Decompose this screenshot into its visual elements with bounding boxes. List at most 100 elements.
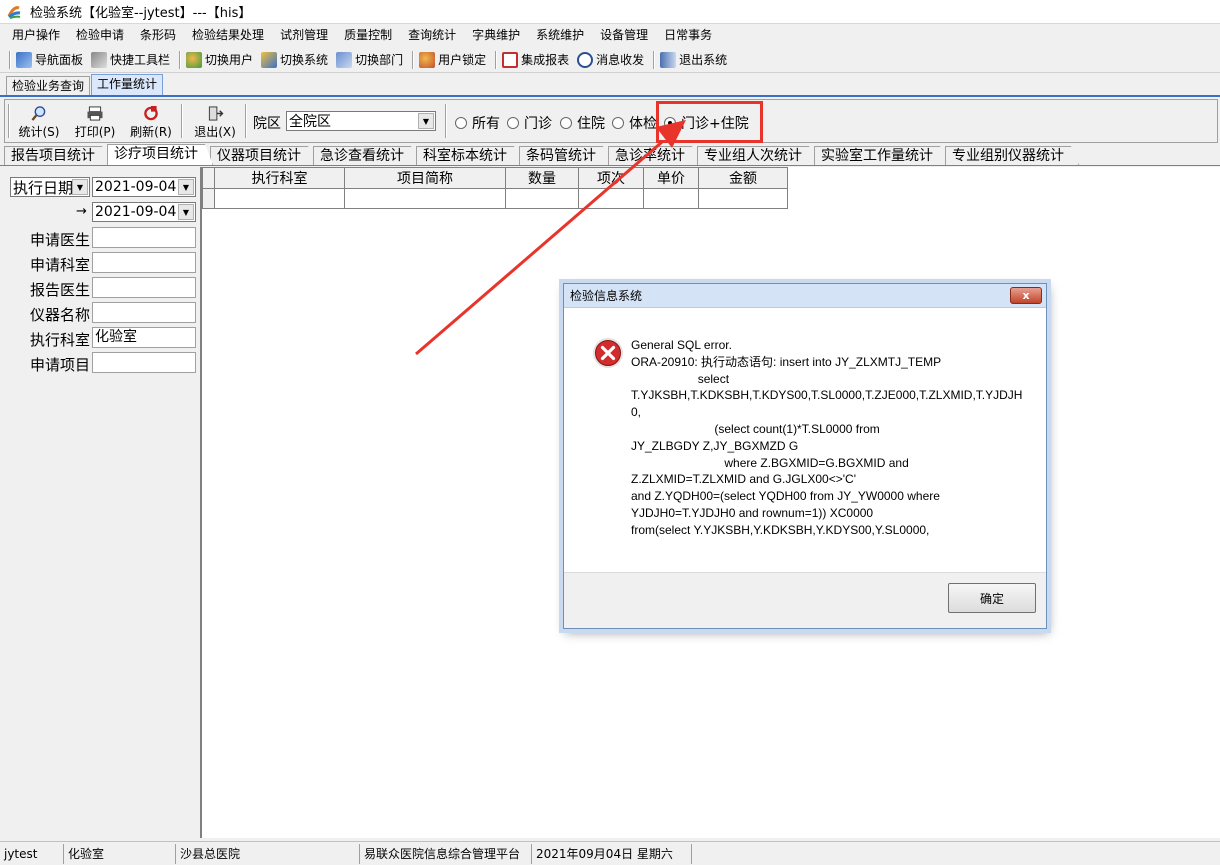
close-icon: x bbox=[1022, 289, 1030, 302]
tab-workload-stats[interactable]: 工作量统计 bbox=[91, 74, 164, 95]
tab-dept-specimen-stats[interactable]: 科室标本统计 bbox=[416, 146, 522, 165]
status-dept: 化验室 bbox=[64, 843, 176, 864]
row-indicator-header bbox=[202, 167, 215, 189]
exit-door-icon bbox=[660, 51, 677, 68]
instrument-name-input[interactable] bbox=[92, 302, 196, 323]
switch-system-icon bbox=[261, 51, 278, 68]
nav-panel-icon bbox=[16, 51, 32, 68]
table-cell[interactable] bbox=[578, 188, 644, 209]
table-cell[interactable] bbox=[643, 188, 699, 209]
dialog-titlebar: 检验信息系统 bbox=[564, 284, 1046, 308]
date-type-select[interactable]: 执行日期 ▼ bbox=[10, 177, 90, 197]
menu-equipment[interactable]: 设备管理 bbox=[592, 25, 656, 45]
tab-report-item-stats[interactable]: 报告项目统计 bbox=[4, 146, 110, 165]
switch-user-button[interactable]: 切换用户 bbox=[184, 49, 259, 71]
dropdown-arrow-icon[interactable]: ▼ bbox=[178, 179, 194, 195]
menu-result-processing[interactable]: 检验结果处理 bbox=[184, 25, 272, 45]
window-titlebar: 检验系统【化验室--jytest】---【his】 bbox=[0, 0, 1220, 24]
menu-user-ops[interactable]: 用户操作 bbox=[4, 25, 68, 45]
radio-inpatient[interactable]: 住院 bbox=[560, 113, 605, 133]
col-header-exec-dept[interactable]: 执行科室 bbox=[214, 167, 345, 189]
table-cell[interactable] bbox=[214, 188, 345, 209]
table-row[interactable] bbox=[202, 188, 788, 209]
menu-quality-control[interactable]: 质量控制 bbox=[336, 25, 400, 45]
tab-group-instrument-stats[interactable]: 专业组别仪器统计 bbox=[945, 146, 1079, 165]
table-cell[interactable] bbox=[505, 188, 579, 209]
integrated-report-button[interactable]: 集成报表 bbox=[500, 49, 575, 71]
user-lock-button[interactable]: 用户锁定 bbox=[417, 49, 492, 71]
dialog-footer: 确定 bbox=[564, 572, 1046, 628]
request-item-input[interactable] bbox=[92, 352, 196, 373]
switch-user-label: 切换用户 bbox=[205, 53, 254, 67]
integrated-report-label: 集成报表 bbox=[521, 53, 570, 67]
panel-separator bbox=[181, 104, 183, 138]
tab-emergency-rate-stats[interactable]: 急诊率统计 bbox=[608, 146, 700, 165]
col-header-item-abbr[interactable]: 项目简称 bbox=[344, 167, 506, 189]
menu-exam-request[interactable]: 检验申请 bbox=[68, 25, 132, 45]
table-cell[interactable] bbox=[698, 188, 788, 209]
nav-panel-button[interactable]: 导航面板 bbox=[14, 49, 89, 71]
results-grid: 执行科室 项目简称 数量 项次 单价 金额 bbox=[202, 167, 788, 209]
action-panel: 统计(S) 打印(P) 刷新(R) 退出(X) 院区 全院区 ▼ 所有 门诊 住… bbox=[4, 99, 1218, 143]
exit-button[interactable]: 退出(X) bbox=[191, 106, 239, 140]
toolbar-separator bbox=[179, 50, 182, 69]
exit-system-button[interactable]: 退出系统 bbox=[658, 49, 733, 71]
radio-outpatient-label: 门诊 bbox=[524, 116, 552, 132]
radio-inpatient-label: 住院 bbox=[577, 116, 605, 132]
switch-system-label: 切换系统 bbox=[280, 53, 329, 67]
col-header-unit-price[interactable]: 单价 bbox=[643, 167, 699, 189]
col-header-item-count[interactable]: 项次 bbox=[578, 167, 644, 189]
tab-group-visits-stats[interactable]: 专业组人次统计 bbox=[697, 146, 817, 165]
menu-dictionary[interactable]: 字典维护 bbox=[464, 25, 528, 45]
radio-physical-exam-label: 体检 bbox=[629, 116, 657, 132]
request-dept-input[interactable] bbox=[92, 252, 196, 273]
report-doctor-input[interactable] bbox=[92, 277, 196, 298]
switch-dept-button[interactable]: 切换部门 bbox=[334, 49, 409, 71]
date-from-picker[interactable]: 2021-09-04 ▼ bbox=[92, 177, 196, 197]
tab-treatment-item-stats[interactable]: 诊疗项目统计 bbox=[107, 144, 213, 165]
status-hospital: 沙县总医院 bbox=[176, 843, 360, 864]
print-label: 打印(P) bbox=[74, 125, 116, 139]
radio-all[interactable]: 所有 bbox=[455, 113, 500, 133]
exec-dept-label: 执行科室 bbox=[30, 331, 91, 349]
menu-daily[interactable]: 日常事务 bbox=[656, 25, 720, 45]
switch-system-button[interactable]: 切换系统 bbox=[259, 49, 334, 71]
request-doctor-input[interactable] bbox=[92, 227, 196, 248]
tab-barcode-tube-stats[interactable]: 条码管统计 bbox=[519, 146, 611, 165]
radio-physical-exam[interactable]: 体检 bbox=[612, 113, 657, 133]
refresh-button[interactable]: 刷新(R) bbox=[127, 106, 175, 140]
dropdown-arrow-icon[interactable]: ▼ bbox=[72, 179, 88, 195]
toolbar-separator bbox=[9, 50, 11, 69]
exec-dept-input[interactable]: 化验室 bbox=[92, 327, 196, 348]
quick-toolbar-label: 快捷工具栏 bbox=[110, 53, 171, 67]
messages-button[interactable]: 消息收发 bbox=[575, 49, 650, 71]
radio-dot bbox=[507, 117, 519, 129]
col-header-amount[interactable]: 金额 bbox=[698, 167, 788, 189]
dropdown-arrow-icon[interactable]: ▼ bbox=[178, 204, 194, 220]
toolbar-separator bbox=[495, 50, 498, 69]
tab-business-query[interactable]: 检验业务查询 bbox=[6, 76, 91, 95]
ok-button[interactable]: 确定 bbox=[948, 583, 1036, 613]
menu-query-stats[interactable]: 查询统计 bbox=[400, 25, 464, 45]
radio-outpatient[interactable]: 门诊 bbox=[507, 113, 552, 133]
stat-button[interactable]: 统计(S) bbox=[15, 106, 63, 140]
quick-toolbar-button[interactable]: 快捷工具栏 bbox=[89, 49, 176, 71]
status-user: jytest bbox=[0, 843, 64, 864]
menu-system[interactable]: 系统维护 bbox=[528, 25, 592, 45]
print-button[interactable]: 打印(P) bbox=[71, 106, 119, 140]
dropdown-arrow-icon[interactable]: ▼ bbox=[418, 113, 434, 129]
panel-separator bbox=[245, 104, 247, 138]
menu-barcode[interactable]: 条形码 bbox=[132, 25, 184, 45]
date-to-picker[interactable]: 2021-09-04 ▼ bbox=[92, 202, 196, 222]
tab-instrument-item-stats[interactable]: 仪器项目统计 bbox=[210, 146, 316, 165]
table-cell[interactable] bbox=[344, 188, 506, 209]
tab-lab-workload-stats[interactable]: 实验室工作量统计 bbox=[814, 146, 948, 165]
lock-user-icon bbox=[419, 51, 436, 68]
dialog-close-button[interactable]: x bbox=[1010, 287, 1042, 304]
district-label: 院区 bbox=[253, 116, 281, 132]
col-header-quantity[interactable]: 数量 bbox=[505, 167, 579, 189]
tab-emergency-stats[interactable]: 急诊查看统计 bbox=[313, 146, 419, 165]
district-select[interactable]: 全院区 ▼ bbox=[286, 111, 436, 131]
toolbar: 导航面板 快捷工具栏 切换用户 切换系统 切换部门 用户锁定 集成报表 消息收发… bbox=[0, 47, 1220, 73]
menu-reagent[interactable]: 试剂管理 bbox=[272, 25, 336, 45]
